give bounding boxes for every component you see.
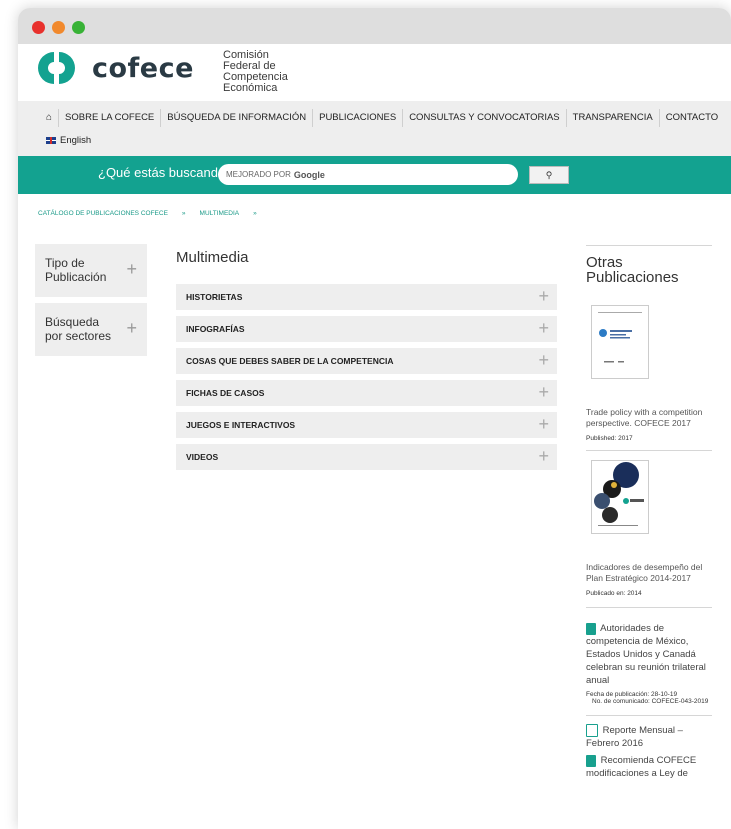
report-item[interactable]: Reporte Mensual – Febrero 2016 [586, 724, 712, 750]
otras-publicaciones-title: Otras Publicaciones [586, 254, 679, 286]
accordion-cosas-competencia[interactable]: COSAS QUE DEBES SABER DE LA COMPETENCIA … [176, 348, 557, 374]
expand-plus-icon: + [538, 446, 549, 466]
press-release-date: Fecha de publicación: 28-10-19 [586, 691, 678, 698]
publication-title[interactable]: Trade policy with a competition perspect… [586, 407, 712, 429]
breadcrumb-catalogo[interactable]: CATÁLOGO DE PUBLICACIONES COFECE [38, 210, 168, 217]
expand-plus-icon: + [538, 350, 549, 370]
publication-cover-icon [594, 462, 644, 526]
search-input[interactable]: MEJORADO POR Google [218, 164, 518, 185]
publication-thumbnail[interactable] [591, 305, 649, 379]
nav-busqueda-informacion[interactable]: BÚSQUEDA DE INFORMACIÓN [161, 109, 314, 127]
web-page: cofece Comisión Federal de Competencia E… [18, 44, 731, 829]
report-title[interactable]: Reporte Mensual – Febrero 2016 [586, 725, 683, 749]
breadcrumb-separator: » [181, 210, 186, 217]
main-navigation: ⌂ SOBRE LA COFECE BÚSQUEDA DE INFORMACIÓ… [18, 101, 731, 156]
search-question: ¿Qué estás buscando? [98, 165, 233, 180]
nav-sobre-la-cofece[interactable]: SOBRE LA COFECE [59, 109, 162, 127]
uk-flag-icon [46, 137, 56, 144]
accordion-juegos-interactivos[interactable]: JUEGOS E INTERACTIVOS + [176, 412, 557, 438]
filter-tipo-publicacion[interactable]: Tipo de Publicación + [35, 244, 147, 297]
close-window-button[interactable] [32, 21, 45, 34]
filter-label: Tipo de Publicación [45, 256, 107, 284]
accordion-label: HISTORIETAS [186, 292, 243, 302]
breadcrumb-multimedia[interactable]: MULTIMEDIA [200, 210, 240, 217]
filter-label: Búsqueda por sectores [45, 315, 112, 343]
minimize-window-button[interactable] [52, 21, 65, 34]
expand-plus-icon: + [538, 382, 549, 402]
breadcrumb-separator: » [253, 210, 257, 217]
expand-plus-icon: + [126, 318, 137, 338]
press-release-title[interactable]: Autoridades de competencia de México, Es… [586, 623, 706, 686]
language-label: English [60, 135, 92, 146]
press-release-number: No. de comunicado: COFECE-043-2019 [592, 698, 709, 705]
accordion-label: JUEGOS E INTERACTIVOS [186, 420, 296, 430]
press-release-title[interactable]: Recomienda COFECE modificaciones a Ley d… [586, 755, 696, 779]
maximize-window-button[interactable] [72, 21, 85, 34]
accordion-fichas-casos[interactable]: FICHAS DE CASOS + [176, 380, 557, 406]
language-switch[interactable]: English [46, 135, 91, 146]
search-button[interactable]: ⚲ [529, 166, 569, 184]
nav-consultas-convocatorias[interactable]: CONSULTAS Y CONVOCATORIAS [403, 109, 567, 127]
expand-plus-icon: + [538, 286, 549, 306]
expand-plus-icon: + [538, 414, 549, 434]
press-release-item[interactable]: Recomienda COFECE modificaciones a Ley d… [586, 754, 712, 780]
publication-cover-icon [598, 312, 642, 363]
brand-name: cofece [92, 53, 194, 84]
accordion-label: FICHAS DE CASOS [186, 388, 265, 398]
cofece-logo-icon [38, 52, 75, 84]
search-icon: ⚲ [545, 170, 553, 180]
expand-plus-icon: + [126, 259, 137, 279]
publication-title[interactable]: Indicadores de desempeño del Plan Estrat… [586, 562, 712, 584]
press-release-item[interactable]: Autoridades de competencia de México, Es… [586, 622, 712, 687]
accordion-infografias[interactable]: INFOGRAFÍAS + [176, 316, 557, 342]
breadcrumb: CATÁLOGO DE PUBLICACIONES COFECE » MULTI… [38, 210, 257, 217]
page-title: Multimedia [176, 249, 249, 266]
nav-transparencia[interactable]: TRANSPARENCIA [567, 109, 660, 127]
publication-meta: Publicado en: 2014 [586, 590, 642, 597]
nav-publicaciones[interactable]: PUBLICACIONES [313, 109, 404, 127]
publication-meta: Published: 2017 [586, 435, 633, 442]
browser-window: cofece Comisión Federal de Competencia E… [18, 8, 731, 829]
filter-busqueda-sectores[interactable]: Búsqueda por sectores + [35, 303, 147, 356]
home-icon[interactable]: ⌂ [38, 109, 60, 127]
expand-plus-icon: + [538, 318, 549, 338]
accordion-label: INFOGRAFÍAS [186, 324, 245, 334]
window-titlebar [18, 8, 731, 44]
document-icon [586, 755, 596, 767]
accordion-label: VIDEOS [186, 452, 219, 462]
accordion-videos[interactable]: VIDEOS + [176, 444, 557, 470]
search-band: ¿Qué estás buscando? MEJORADO POR Google… [18, 156, 731, 194]
publication-thumbnail[interactable] [591, 460, 649, 534]
accordion-historietas[interactable]: HISTORIETAS + [176, 284, 557, 310]
otras-publicaciones: Otras Publicaciones Trade policy with a … [586, 245, 712, 780]
document-icon [586, 623, 596, 635]
pdf-icon [586, 724, 598, 737]
brand-subtitle: Comisión Federal de Competencia Económic… [223, 49, 288, 94]
nav-contacto[interactable]: CONTACTO [660, 109, 724, 127]
accordion-label: COSAS QUE DEBES SABER DE LA COMPETENCIA [186, 356, 394, 366]
